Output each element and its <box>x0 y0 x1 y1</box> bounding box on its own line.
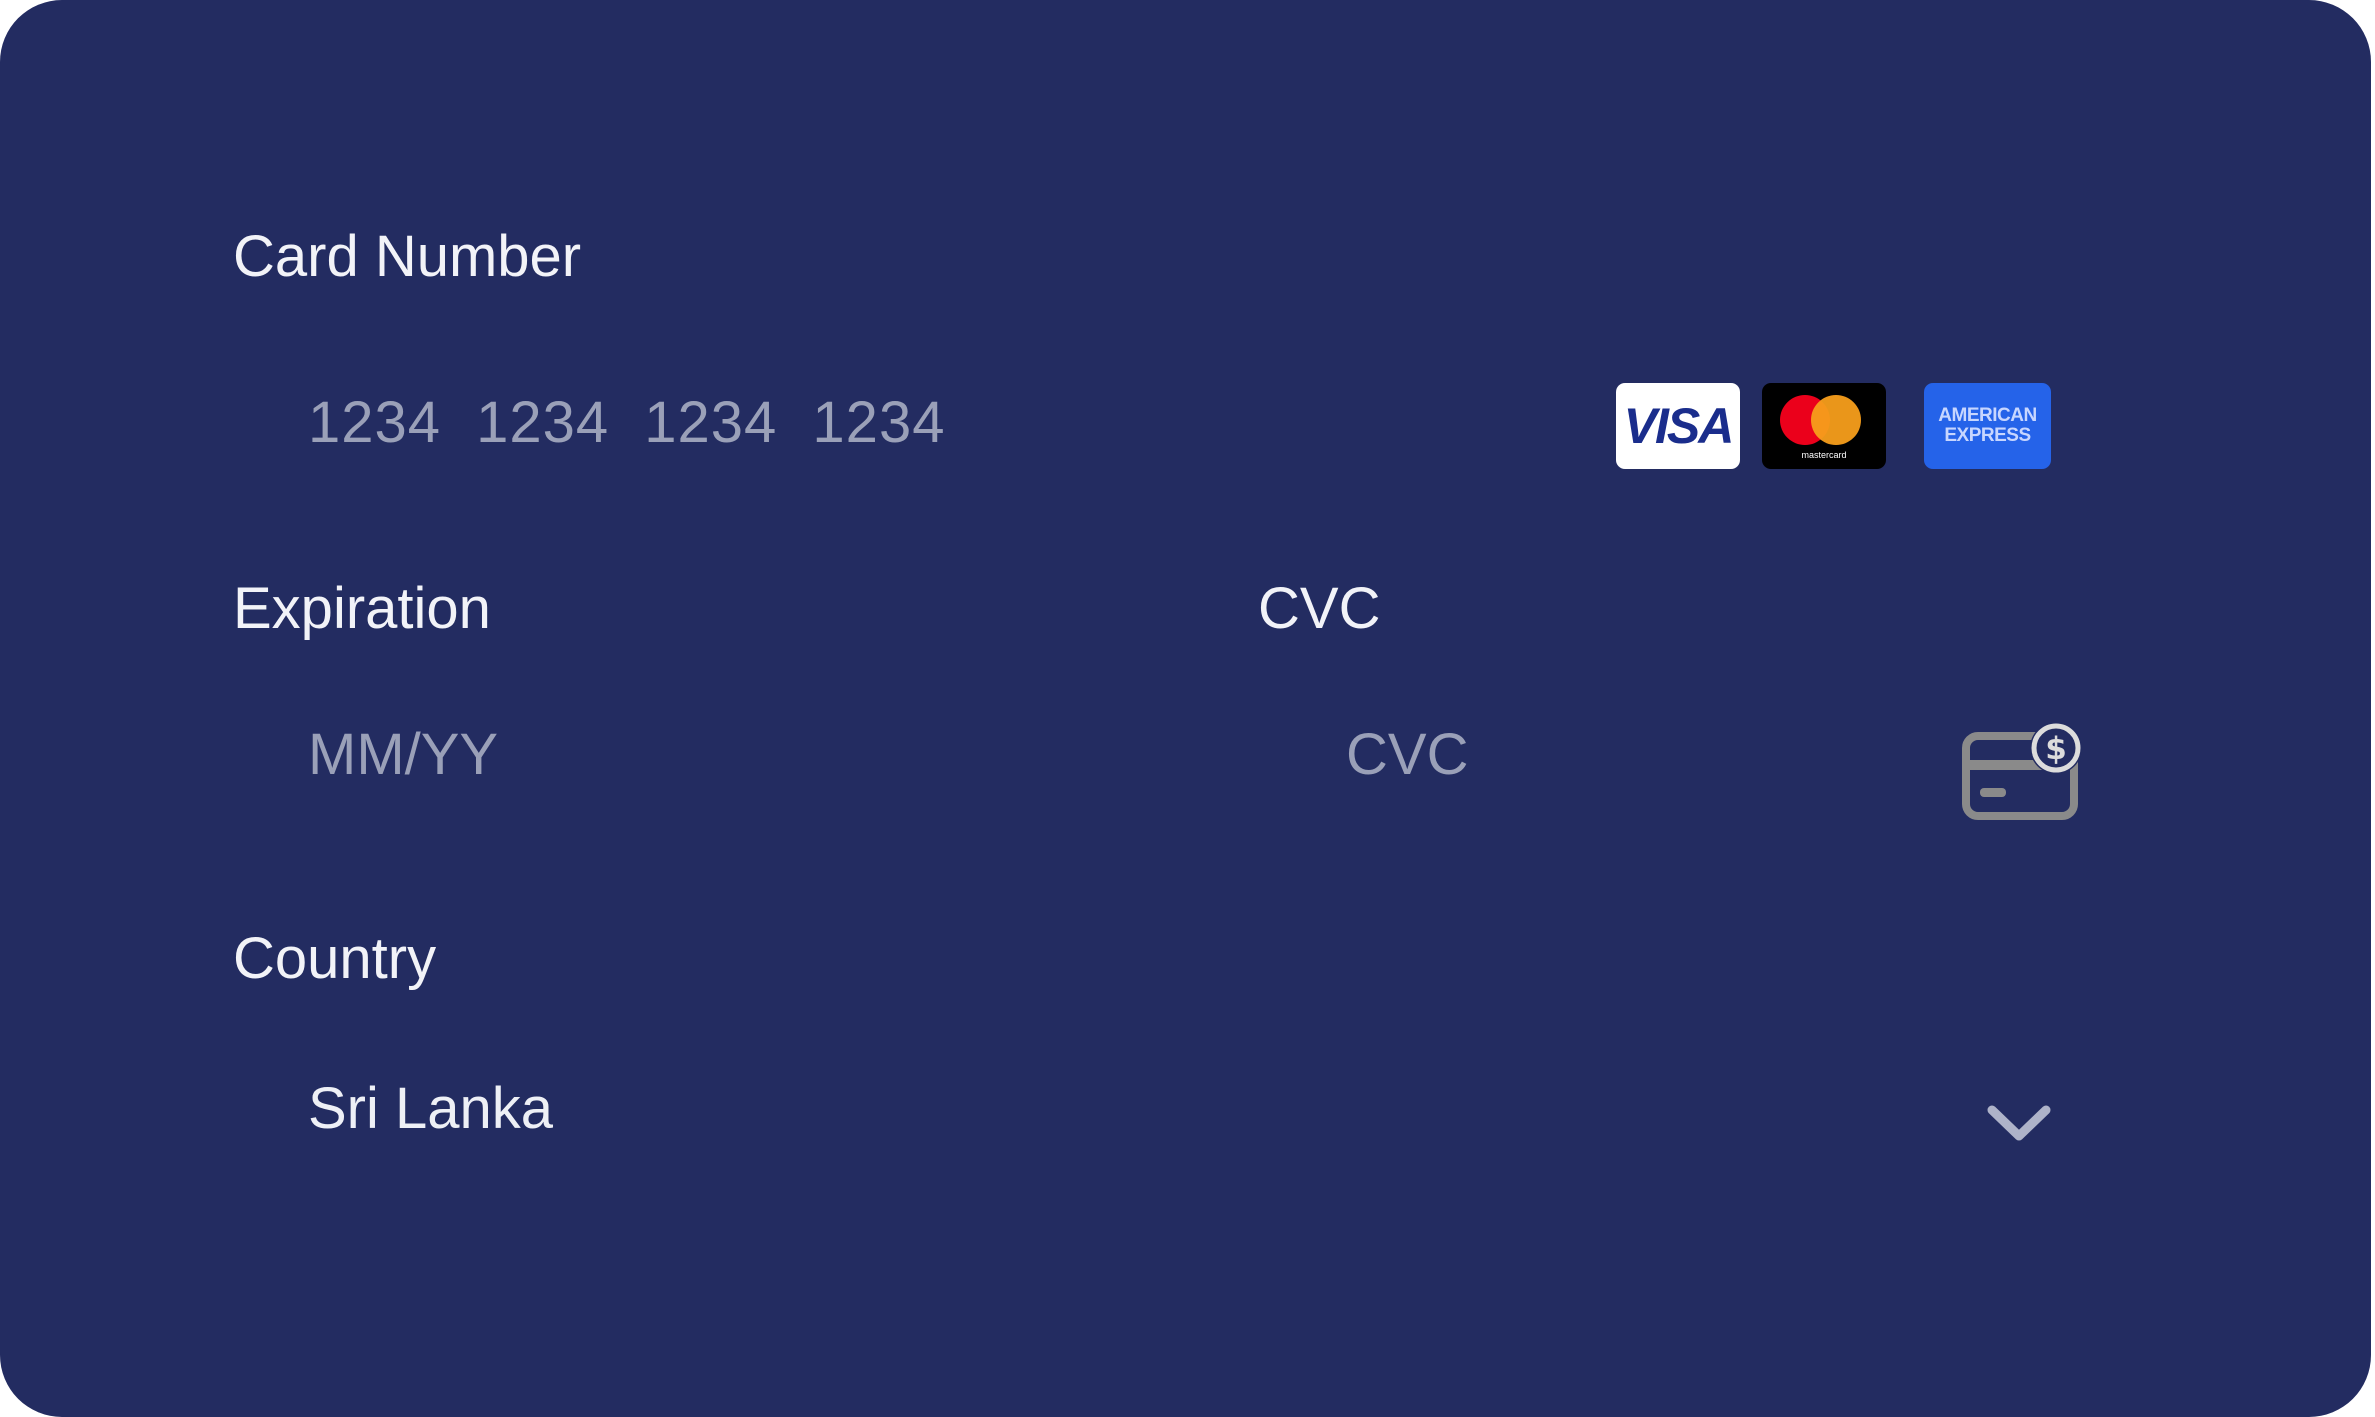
mastercard-icon: mastercard <box>1762 383 1886 469</box>
country-label: Country <box>233 926 437 991</box>
svg-text:$: $ <box>2045 731 2067 767</box>
visa-logo-text: VISA <box>1623 398 1735 454</box>
chevron-down-icon[interactable] <box>1984 1096 2054 1152</box>
card-number-input[interactable] <box>308 382 1568 462</box>
cvc-label: CVC <box>1258 576 1381 641</box>
card-number-label: Card Number <box>233 224 582 289</box>
card-cvc-icon: $ <box>1962 722 2082 820</box>
expiration-input[interactable] <box>308 714 1108 794</box>
mastercard-orange-circle <box>1811 395 1861 445</box>
expiration-label: Expiration <box>233 576 491 641</box>
amex-logo-line-1: AMERICAN <box>1938 405 2037 427</box>
amex-logo-line-2: EXPRESS <box>1944 425 2031 446</box>
payment-form-card: Card Number VISA mastercard AMERICAN EXP… <box>0 0 2371 1417</box>
country-select-value[interactable]: Sri Lanka <box>308 1080 553 1138</box>
amex-icon: AMERICAN EXPRESS <box>1924 383 2051 469</box>
mastercard-logo-text: mastercard <box>1801 450 1847 460</box>
cvc-input[interactable] <box>1346 714 1906 794</box>
visa-icon: VISA <box>1616 383 1740 469</box>
